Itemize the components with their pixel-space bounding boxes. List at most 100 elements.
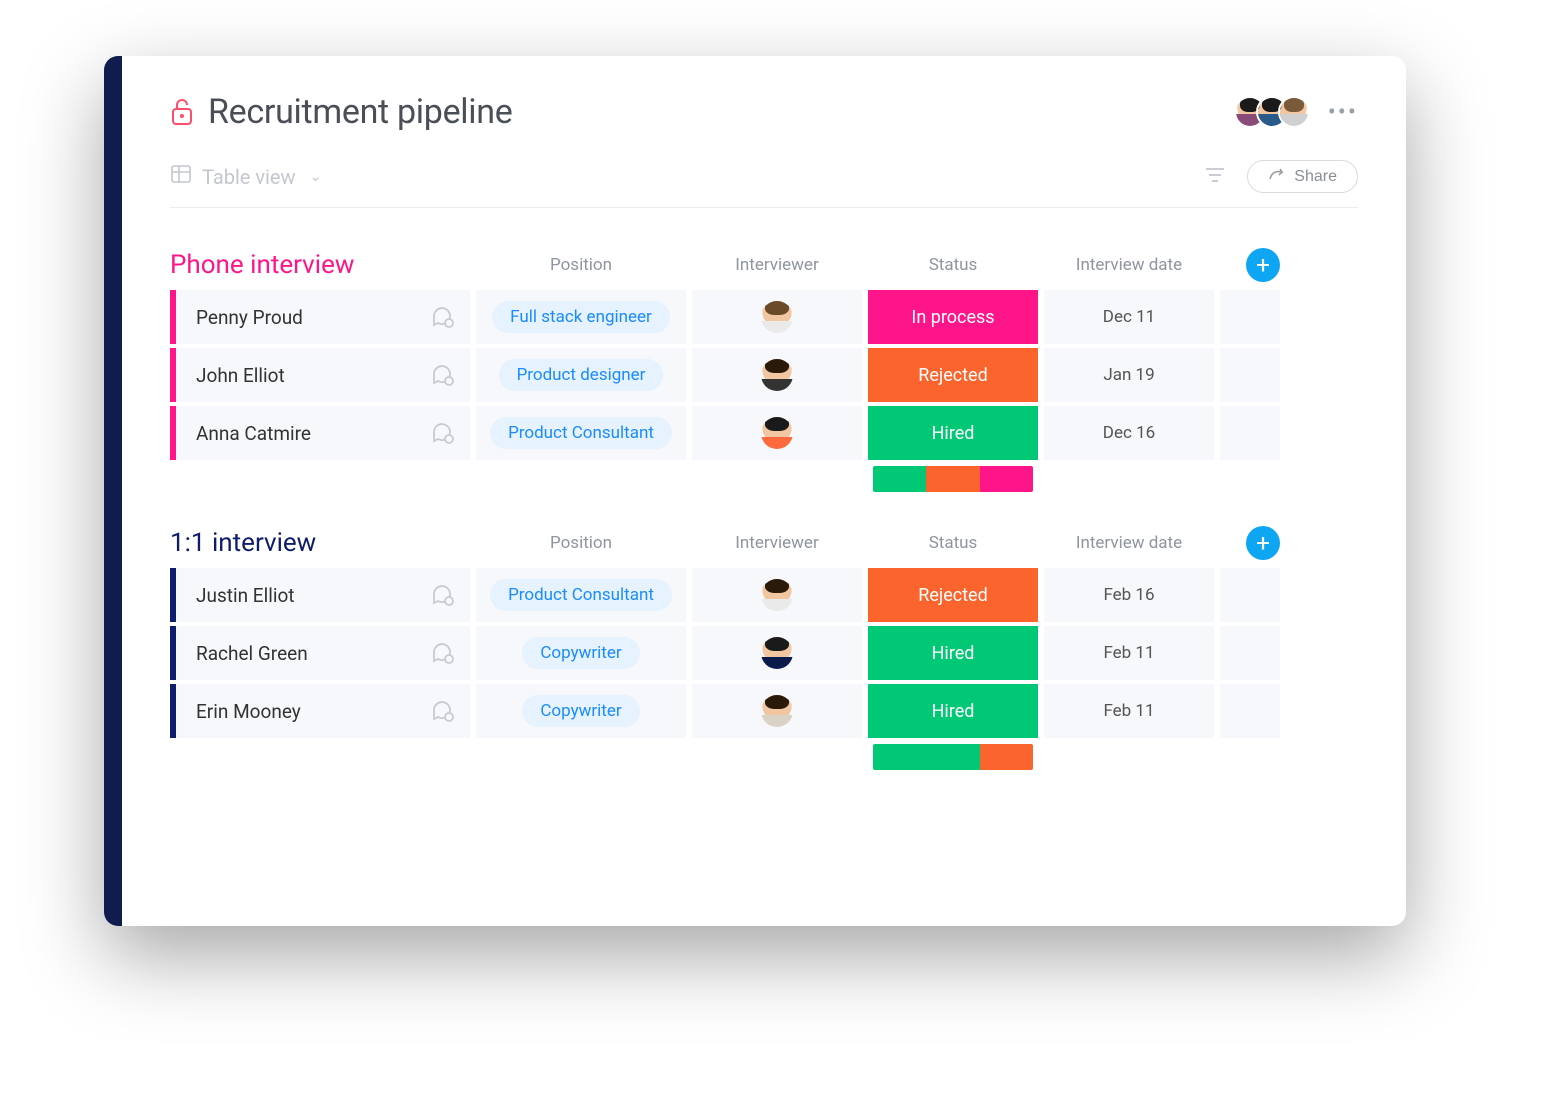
- avatar[interactable]: [1278, 96, 1310, 128]
- status-cell[interactable]: Hired: [868, 406, 1038, 460]
- candidate-name: John Elliot: [196, 364, 430, 387]
- table-row[interactable]: John Elliot Product designer Rejected Ja…: [170, 348, 1358, 402]
- page-header: Recruitment pipeline •••: [170, 92, 1358, 132]
- share-button[interactable]: Share: [1247, 160, 1358, 193]
- chat-icon[interactable]: [430, 640, 456, 666]
- summary-row: [170, 466, 1358, 492]
- name-cell[interactable]: Rachel Green: [170, 626, 470, 680]
- column-header-status: Status: [868, 255, 1038, 275]
- interviewer-cell[interactable]: [692, 348, 862, 402]
- status-summary-bar: [868, 466, 1038, 492]
- avatar: [761, 359, 793, 391]
- date-cell[interactable]: Dec 16: [1044, 406, 1214, 460]
- status-cell[interactable]: Rejected: [868, 348, 1038, 402]
- position-pill: Copywriter: [522, 637, 639, 669]
- candidate-name: Rachel Green: [196, 642, 430, 665]
- toolbar: Table view ⌄ Shar: [170, 160, 1358, 208]
- avatar: [761, 579, 793, 611]
- table-row[interactable]: Erin Mooney Copywriter Hired Feb 11: [170, 684, 1358, 738]
- chat-icon[interactable]: [430, 582, 456, 608]
- chat-icon[interactable]: [430, 304, 456, 330]
- avatar: [761, 695, 793, 727]
- view-switcher[interactable]: Table view ⌄: [170, 163, 321, 190]
- lock-icon: [170, 97, 194, 127]
- status-cell[interactable]: Hired: [868, 684, 1038, 738]
- position-pill: Product Consultant: [490, 579, 672, 611]
- spacer-cell: [1220, 626, 1280, 680]
- header-right: •••: [1234, 96, 1358, 128]
- left-rail: [104, 56, 122, 926]
- position-cell[interactable]: Full stack engineer: [476, 290, 686, 344]
- column-header-position: Position: [476, 533, 686, 553]
- candidate-name: Justin Elliot: [196, 584, 430, 607]
- chevron-down-icon: ⌄: [310, 169, 322, 185]
- date-cell[interactable]: Feb 11: [1044, 626, 1214, 680]
- group-title[interactable]: 1:1 interview: [170, 528, 470, 558]
- name-cell[interactable]: Penny Proud: [170, 290, 470, 344]
- avatar: [761, 417, 793, 449]
- toolbar-right: Share: [1205, 160, 1358, 193]
- position-cell[interactable]: Product designer: [476, 348, 686, 402]
- candidate-name: Erin Mooney: [196, 700, 430, 723]
- column-header-status: Status: [868, 533, 1038, 553]
- candidate-name: Anna Catmire: [196, 422, 430, 445]
- status-cell[interactable]: Hired: [868, 626, 1038, 680]
- view-label: Table view: [202, 165, 296, 189]
- interviewer-cell[interactable]: [692, 568, 862, 622]
- chat-icon[interactable]: [430, 362, 456, 388]
- spacer-cell: [1220, 568, 1280, 622]
- table-row[interactable]: Anna Catmire Product Consultant Hired De…: [170, 406, 1358, 460]
- name-cell[interactable]: Erin Mooney: [170, 684, 470, 738]
- table-row[interactable]: Penny Proud Full stack engineer In proce…: [170, 290, 1358, 344]
- date-cell[interactable]: Jan 19: [1044, 348, 1214, 402]
- group-header: Phone interview Position Interviewer Sta…: [170, 248, 1358, 282]
- name-cell[interactable]: John Elliot: [170, 348, 470, 402]
- position-cell[interactable]: Copywriter: [476, 684, 686, 738]
- status-cell[interactable]: Rejected: [868, 568, 1038, 622]
- group: Phone interview Position Interviewer Sta…: [170, 248, 1358, 492]
- position-cell[interactable]: Product Consultant: [476, 406, 686, 460]
- share-label: Share: [1294, 168, 1337, 186]
- group: 1:1 interview Position Interviewer Statu…: [170, 526, 1358, 770]
- position-pill: Product designer: [499, 359, 664, 391]
- date-cell[interactable]: Dec 11: [1044, 290, 1214, 344]
- more-menu-button[interactable]: •••: [1328, 100, 1358, 124]
- position-cell[interactable]: Copywriter: [476, 626, 686, 680]
- chat-icon[interactable]: [430, 420, 456, 446]
- filter-icon[interactable]: [1205, 166, 1225, 188]
- position-pill: Copywriter: [522, 695, 639, 727]
- position-cell[interactable]: Product Consultant: [476, 568, 686, 622]
- spacer-cell: [1220, 406, 1280, 460]
- collaborator-avatars[interactable]: [1234, 96, 1310, 128]
- add-column-button[interactable]: +: [1246, 526, 1280, 560]
- group-header: 1:1 interview Position Interviewer Statu…: [170, 526, 1358, 560]
- date-cell[interactable]: Feb 16: [1044, 568, 1214, 622]
- position-pill: Product Consultant: [490, 417, 672, 449]
- chat-icon[interactable]: [430, 698, 456, 724]
- summary-row: [170, 744, 1358, 770]
- name-cell[interactable]: Justin Elliot: [170, 568, 470, 622]
- column-header-interviewer: Interviewer: [692, 533, 862, 553]
- table-row[interactable]: Justin Elliot Product Consultant Rejecte…: [170, 568, 1358, 622]
- date-cell[interactable]: Feb 11: [1044, 684, 1214, 738]
- interviewer-cell[interactable]: [692, 684, 862, 738]
- column-header-date: Interview date: [1044, 255, 1214, 275]
- title-wrap: Recruitment pipeline: [170, 92, 512, 132]
- column-header-interviewer: Interviewer: [692, 255, 862, 275]
- group-title[interactable]: Phone interview: [170, 250, 470, 280]
- avatar: [761, 301, 793, 333]
- page-title: Recruitment pipeline: [208, 92, 512, 132]
- interviewer-cell[interactable]: [692, 406, 862, 460]
- name-cell[interactable]: Anna Catmire: [170, 406, 470, 460]
- column-header-date: Interview date: [1044, 533, 1214, 553]
- column-header-position: Position: [476, 255, 686, 275]
- candidate-name: Penny Proud: [196, 306, 430, 329]
- status-cell[interactable]: In process: [868, 290, 1038, 344]
- content-area: Recruitment pipeline •••: [122, 56, 1406, 926]
- add-column-button[interactable]: +: [1246, 248, 1280, 282]
- table-row[interactable]: Rachel Green Copywriter Hired Feb 11: [170, 626, 1358, 680]
- interviewer-cell[interactable]: [692, 626, 862, 680]
- avatar: [761, 637, 793, 669]
- interviewer-cell[interactable]: [692, 290, 862, 344]
- spacer-cell: [1220, 684, 1280, 738]
